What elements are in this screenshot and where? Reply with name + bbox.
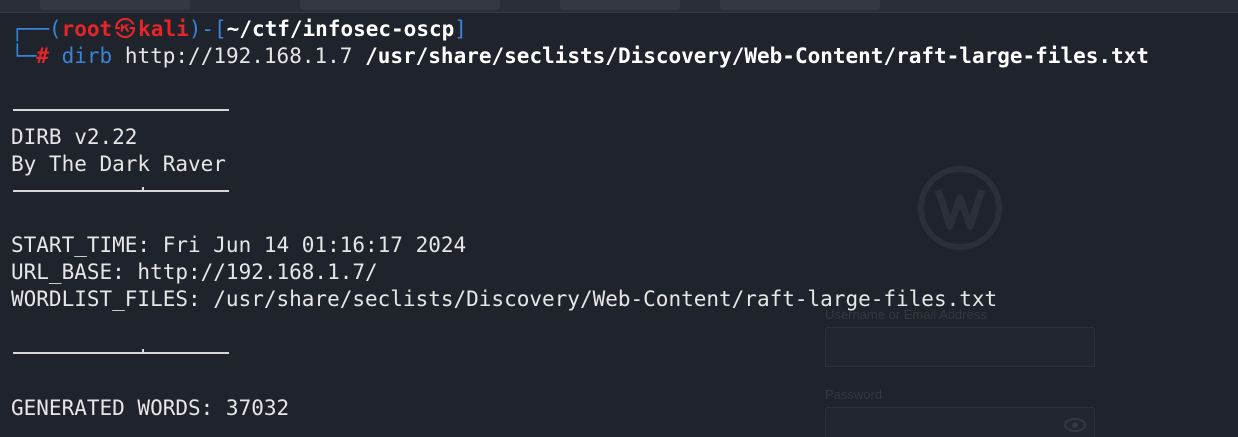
username-input[interactable]	[825, 327, 1095, 367]
prompt-bracket-close: ]	[454, 17, 467, 41]
url-base: URL_BASE: http://192.168.1.7/	[11, 260, 378, 284]
prompt-bracket-open: ┌──(	[11, 17, 62, 41]
background-tab	[720, 0, 880, 10]
password-label: Password	[825, 387, 883, 402]
separator-tick	[142, 187, 144, 192]
start-time: START_TIME: Fri Jun 14 01:16:17 2024	[11, 233, 467, 257]
background-tab	[300, 0, 500, 10]
prompt-line-1: ┌──(root ㉿ kali)-[~/ctf/infosec-oscp]	[11, 16, 467, 43]
separator-line	[13, 109, 229, 111]
generated-words: GENERATED WORDS: 37032	[11, 396, 290, 420]
prompt-cwd: ~/ctf/infosec-oscp	[226, 17, 455, 41]
prompt-user: root	[61, 17, 113, 41]
prompt-line2-prefix: └─	[11, 44, 37, 68]
background-browser-tabbar	[0, 0, 1238, 13]
command-wordlist: /usr/share/seclists/Discovery/Web-Conten…	[365, 44, 1149, 68]
separator-line	[13, 190, 229, 192]
dirb-author: By The Dark Raver	[11, 152, 226, 176]
kali-skull-icon: ㉿	[114, 17, 136, 41]
separator-line	[13, 352, 229, 354]
background-tab	[560, 0, 680, 10]
separator-tick	[142, 349, 144, 354]
command-line: └─# dirb http://192.168.1.7 /usr/share/s…	[11, 43, 1149, 70]
command-url: http://192.168.1.7	[124, 44, 353, 68]
wordpress-logo-icon	[918, 166, 1002, 250]
dirb-version: DIRB v2.22	[11, 125, 138, 149]
prompt-hash: #	[36, 44, 49, 68]
command-program: dirb	[61, 44, 113, 68]
show-password-eye-icon[interactable]	[1064, 418, 1086, 432]
background-tab	[40, 0, 190, 10]
prompt-host: kali	[138, 17, 189, 41]
wordlist-files: WORDLIST_FILES: /usr/share/seclists/Disc…	[11, 287, 998, 311]
prompt-bracket-mid: )-[	[188, 17, 227, 41]
password-input[interactable]	[825, 407, 1095, 437]
